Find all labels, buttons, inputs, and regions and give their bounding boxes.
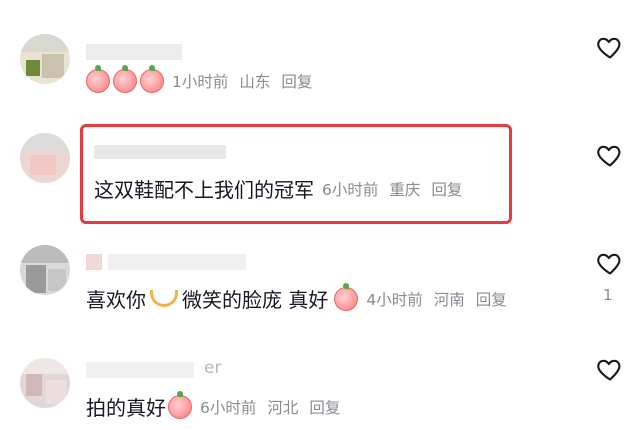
- heart-outline-icon[interactable]: [596, 33, 624, 61]
- peach-emoji: [113, 65, 137, 93]
- comment-body: 1小时前 山东 回复: [86, 65, 323, 93]
- comment-text: 喜欢你: [86, 288, 146, 312]
- peach-emoji: [334, 282, 359, 311]
- avatar[interactable]: [20, 358, 70, 408]
- avatar[interactable]: [20, 133, 70, 183]
- heart-outline-icon[interactable]: [596, 249, 624, 277]
- peach-emoji: [86, 65, 110, 93]
- reply-button[interactable]: 回复: [281, 73, 312, 91]
- avatar[interactable]: [20, 245, 70, 295]
- comment-time: 1小时前: [172, 73, 229, 91]
- comment-location: 河南: [433, 290, 465, 309]
- username[interactable]: [86, 44, 182, 60]
- comment-body: 喜欢你 微笑的脸庞 真好 4小时前 河南 回复: [86, 282, 518, 313]
- comment-location: 河北: [267, 398, 299, 417]
- comment-time: 4小时前: [366, 290, 423, 309]
- username-suffix: er: [204, 358, 222, 378]
- comment-time: 6小时前: [200, 398, 257, 417]
- comment-text: 微笑的脸庞 真好: [182, 288, 329, 312]
- comment-body: 拍的真好 6小时前 河北 回复: [86, 390, 351, 421]
- username[interactable]: er: [86, 358, 236, 378]
- highlight-box: [80, 124, 512, 224]
- heart-outline-icon[interactable]: [596, 355, 624, 383]
- peach-emoji: [140, 65, 164, 93]
- comment-text: 拍的真好: [86, 396, 166, 420]
- username[interactable]: [86, 254, 246, 270]
- heart-hands-emoji: [150, 290, 178, 307]
- reply-button[interactable]: 回复: [476, 291, 507, 309]
- comment-location: 山东: [239, 73, 271, 91]
- heart-outline-icon[interactable]: [596, 141, 624, 169]
- peach-emoji: [168, 390, 192, 419]
- reply-button[interactable]: 回复: [309, 399, 340, 417]
- avatar[interactable]: [20, 34, 70, 84]
- like-count: 1: [603, 286, 613, 304]
